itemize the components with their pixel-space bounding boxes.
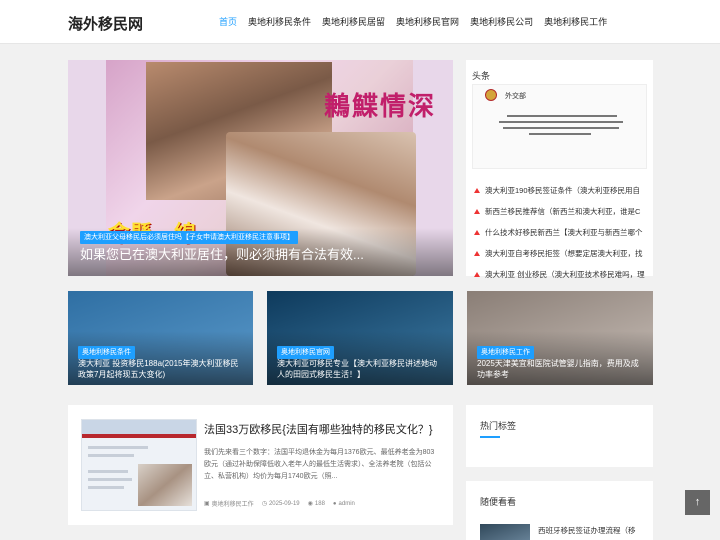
eye-icon: ◉ — [307, 501, 313, 507]
list-item-label: 澳大利亚 创业移民（澳大利亚技术移民难吗，理 — [485, 270, 645, 279]
hero-art-title: 鶼鰈情深 — [324, 92, 437, 122]
thumb-line — [88, 486, 124, 489]
article-views-label: 188 — [314, 500, 325, 507]
article-item: 法国33万欧移民{法国有哪些独特的移民文化？} 我们先来看三个数字：法国平均退休… — [68, 405, 453, 525]
site-logo[interactable]: 海外移民网 — [68, 13, 143, 34]
list-item[interactable]: 新西兰移民推荐信（新西兰和澳大利亚，谁是C — [466, 201, 653, 222]
random-title-label: 随便看看 — [480, 497, 517, 507]
thumb-line — [88, 478, 132, 481]
hot-tags-box: 热门标签 — [466, 405, 653, 467]
list-item[interactable]: 澳大利亚190移民签证条件（澳大利亚移民用自 — [466, 180, 653, 201]
triangle-icon — [474, 188, 480, 193]
article-author[interactable]: ● admin — [333, 499, 355, 508]
article-thumbnail[interactable] — [81, 419, 197, 511]
nav-item-home[interactable]: 首页 — [219, 0, 237, 44]
article-date: ◷ 2025-09-19 — [262, 499, 300, 508]
triangle-icon — [474, 251, 480, 256]
thumb-photo — [138, 464, 192, 506]
clock-icon: ◷ — [261, 501, 267, 507]
article-date-label: 2025-09-19 — [268, 500, 300, 507]
nav-item-residence[interactable]: 奥地利移民居留 — [322, 0, 385, 44]
thumb-header — [82, 420, 196, 434]
list-item-label: 新西兰移民推荐信（新西兰和澳大利亚，谁是C — [485, 207, 641, 216]
title-underline — [480, 436, 500, 438]
thumb-line — [88, 470, 128, 473]
headlines-box: 头条 外交部 澳大利亚190移民签证条件（澳大利亚移民用自 新西兰移民推荐信（新… — [466, 60, 653, 279]
list-item[interactable]: 澳大利亚 创业移民（澳大利亚技术移民难吗，理 — [466, 264, 653, 285]
user-icon: ● — [332, 500, 337, 507]
nav-item-company[interactable]: 奥地利移民公司 — [470, 0, 533, 44]
random-item-thumbnail[interactable] — [480, 524, 530, 540]
nav-item-conditions[interactable]: 奥地利移民条件 — [248, 0, 311, 44]
article-author-label: admin — [338, 500, 355, 507]
list-item-label: 什么技术好移民新西兰【澳大利亚与新西兰哪个 — [485, 228, 643, 237]
headline-line — [503, 127, 619, 129]
site-header: 海外移民网 首页 奥地利移民条件 奥地利移民居留 奥地利移民官网 奥地利移民公司… — [0, 0, 720, 44]
hot-tags-title-label: 热门标签 — [480, 421, 517, 431]
hot-tags-title: 热门标签 — [466, 405, 653, 438]
headline-list: 澳大利亚190移民签证条件（澳大利亚移民用自 新西兰移民推荐信（新西兰和澳大利亚… — [466, 180, 653, 285]
triangle-icon — [474, 209, 480, 214]
nav-item-official[interactable]: 奥地利移民官网 — [396, 0, 459, 44]
card-caption[interactable]: 澳大利亚 投资移民188a(2015年澳大利亚移民政策7月起将现五大变化) — [78, 358, 243, 380]
random-item-title[interactable]: 西班牙移民签证办理流程（移 — [538, 525, 636, 536]
thumb-accent — [82, 434, 196, 438]
nav-item-work[interactable]: 奥地利移民工作 — [544, 0, 607, 44]
hero-tag[interactable]: 澳大利亚父母移民后必须居住吗【子女申请澳大利亚移民注意事项】 — [80, 231, 298, 244]
article-views: ◉ 188 — [308, 499, 325, 508]
back-to-top-button[interactable]: ↑ — [685, 490, 710, 515]
main-nav: 首页 奥地利移民条件 奥地利移民居留 奥地利移民官网 奥地利移民公司 奥地利移民… — [219, 0, 618, 44]
list-item[interactable]: 澳大利亚自考移民拒签（想要定居澳大利亚，找 — [466, 243, 653, 264]
article-category[interactable]: ▣ 奥地利移民工作 — [204, 499, 254, 508]
article-meta: ▣ 奥地利移民工作 ◷ 2025-09-19 ◉ 188 ● admin — [204, 499, 355, 509]
card-caption[interactable]: 澳大利亚可移民专业【澳大利亚移民讲述她动人的田园式移民生活！】 — [277, 358, 443, 380]
headline-line — [499, 121, 623, 123]
featured-card[interactable]: 奥地利移民官网 澳大利亚可移民专业【澳大利亚移民讲述她动人的田园式移民生活！】 — [267, 291, 453, 385]
random-box: 随便看看 西班牙移民签证办理流程（移 — [466, 481, 653, 540]
headlines-title: 头条 — [466, 60, 653, 82]
list-item-label: 澳大利亚190移民签证条件（澳大利亚移民用自 — [485, 186, 641, 195]
headline-line — [529, 133, 591, 135]
card-caption[interactable]: 2025天津美宜和医院试管婴儿指南，费用及成功率参考 — [477, 358, 643, 380]
headline-image[interactable]: 外交部 — [472, 84, 647, 169]
featured-card[interactable]: 奥地利移民工作 2025天津美宜和医院试管婴儿指南，费用及成功率参考 — [467, 291, 653, 385]
article-excerpt: 我们先来看三个数字：法国平均退休金为每月1376欧元、最低养老金为803欧元（通… — [204, 449, 435, 480]
hero-caption[interactable]: 如果您已在澳大利亚居住，则必须拥有合法有效... — [80, 244, 364, 263]
list-item[interactable]: 什么技术好移民新西兰【澳大利亚与新西兰哪个 — [466, 222, 653, 243]
featured-card[interactable]: 奥地利移民条件 澳大利亚 投资移民188a(2015年澳大利亚移民政策7月起将现… — [68, 291, 253, 385]
headline-line — [507, 115, 617, 117]
folder-icon: ▣ — [204, 501, 210, 507]
triangle-icon — [474, 272, 480, 277]
hero-slider[interactable]: 鶼鰈情深 命懸一線 澳大利亚父母移民后必须居住吗【子女申请澳大利亚移民注意事项】… — [68, 60, 453, 276]
triangle-icon — [474, 230, 480, 235]
headline-image-text: 外交部 — [505, 92, 526, 100]
emblem-icon — [485, 89, 497, 101]
article-title[interactable]: 法国33万欧移民{法国有哪些独特的移民文化？} — [204, 421, 433, 437]
thumb-line — [88, 454, 134, 457]
thumb-line — [88, 446, 148, 449]
random-title: 随便看看 — [466, 481, 653, 508]
article-category-label: 奥地利移民工作 — [211, 502, 254, 508]
list-item-label: 澳大利亚自考移民拒签（想要定居澳大利亚，找 — [485, 249, 643, 258]
headlines-title-label: 头条 — [472, 71, 491, 81]
